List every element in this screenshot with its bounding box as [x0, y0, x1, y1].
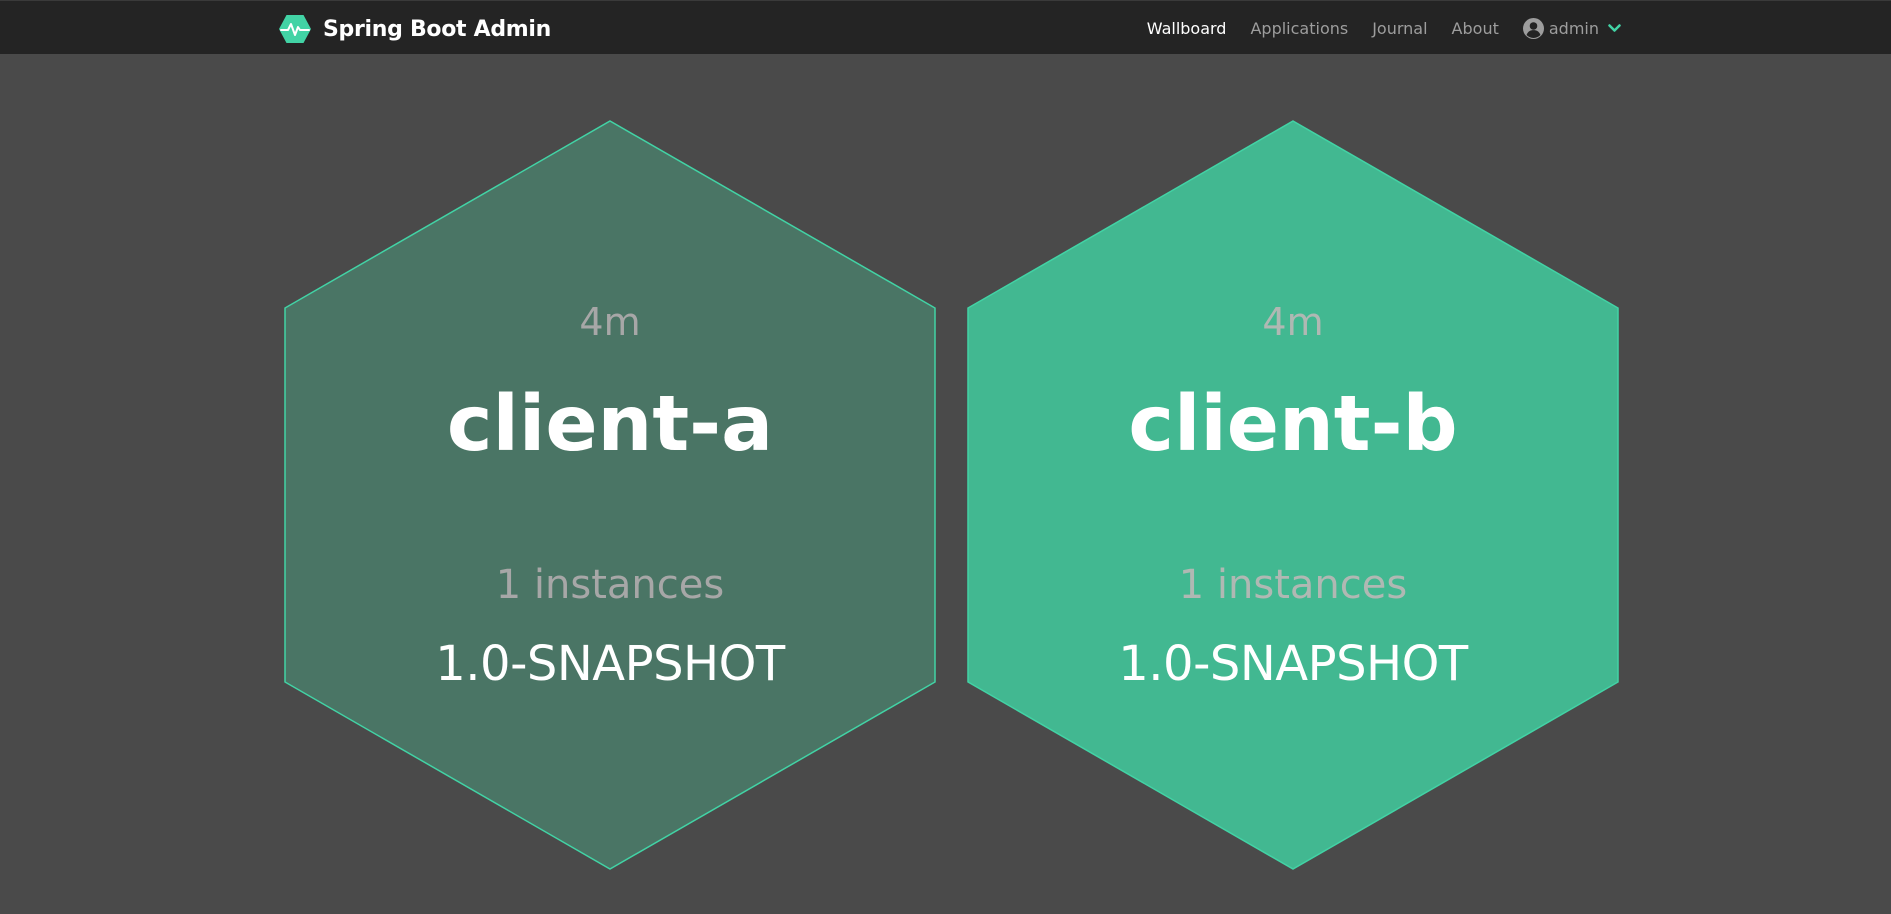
nav-wallboard[interactable]: Wallboard	[1147, 19, 1227, 38]
instance-count: 1 instances	[1178, 562, 1408, 608]
chevron-down-icon	[1608, 23, 1621, 32]
uptime-label: 4m	[579, 300, 641, 344]
app-title: Spring Boot Admin	[323, 16, 552, 42]
application-hex-client-b[interactable]: 4m client-b 1 instances 1.0-SNAPSHOT	[967, 120, 1619, 870]
application-version: 1.0-SNAPSHOT	[1118, 636, 1468, 692]
nav-journal[interactable]: Journal	[1372, 19, 1427, 38]
application-hex-client-a[interactable]: 4m client-a 1 instances 1.0-SNAPSHOT	[284, 120, 936, 870]
brand-link[interactable]: Spring Boot Admin	[278, 13, 551, 45]
nav-about[interactable]: About	[1452, 19, 1499, 38]
instance-count: 1 instances	[495, 562, 725, 608]
navbar: Spring Boot Admin Wallboard Applications…	[0, 0, 1891, 54]
user-circle-icon	[1522, 17, 1544, 39]
application-name: client-b	[1128, 380, 1458, 469]
user-menu[interactable]: admin	[1522, 17, 1621, 39]
application-version: 1.0-SNAPSHOT	[435, 636, 785, 692]
application-name: client-a	[446, 380, 774, 469]
user-name: admin	[1548, 18, 1599, 38]
heartbeat-logo-icon	[279, 15, 311, 43]
nav-applications[interactable]: Applications	[1250, 19, 1348, 38]
uptime-label: 4m	[1262, 300, 1324, 344]
nav-menu: Wallboard Applications Journal About adm…	[1123, 1, 1621, 55]
